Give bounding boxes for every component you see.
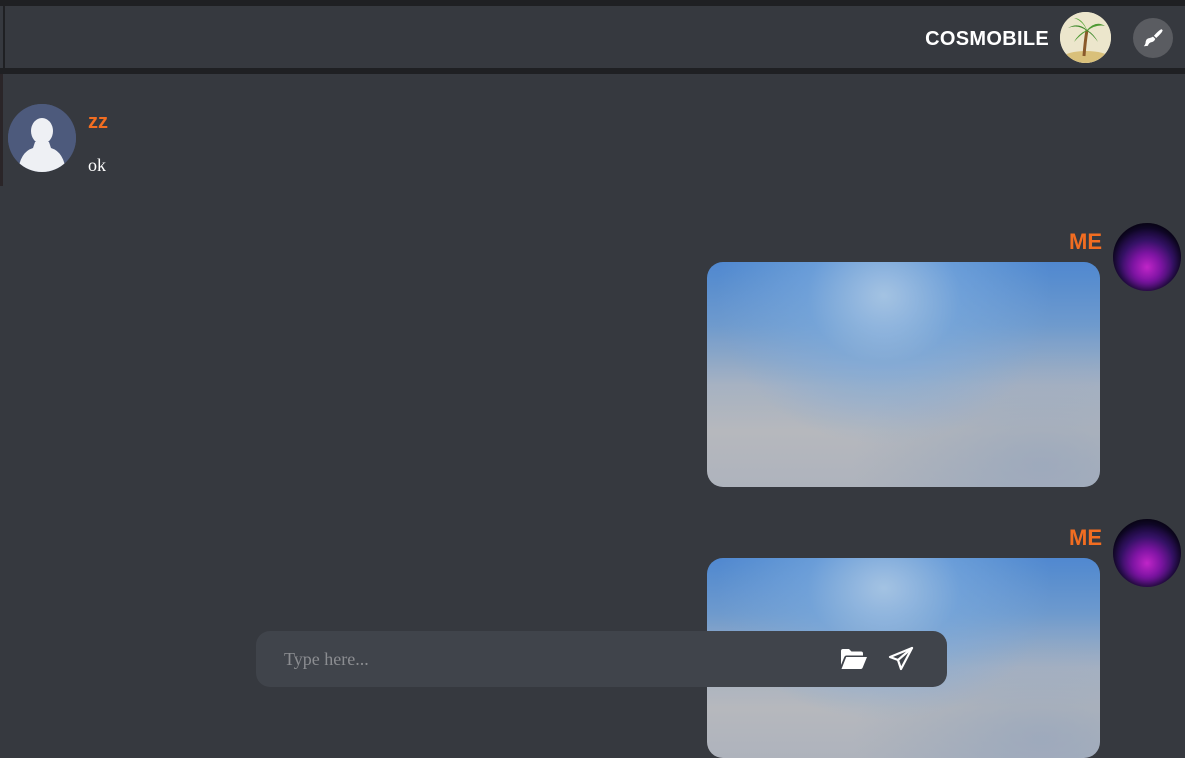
brand-name: COSMOBILE xyxy=(925,28,1049,50)
message-author[interactable]: ME xyxy=(1069,525,1102,551)
attach-file-button[interactable] xyxy=(839,645,869,673)
default-user-icon[interactable] xyxy=(8,104,76,172)
message-text: ok xyxy=(88,155,106,175)
message-input[interactable] xyxy=(282,643,822,675)
theme-brush-button[interactable] xyxy=(1133,18,1173,58)
galaxy-avatar[interactable] xyxy=(1113,223,1181,291)
message-author[interactable]: ME xyxy=(1069,229,1102,255)
galaxy-avatar[interactable] xyxy=(1113,519,1181,587)
paintbrush-icon xyxy=(1143,29,1163,47)
app-header: COSMOBILE xyxy=(3,6,1185,68)
message-author[interactable]: zz xyxy=(88,111,108,134)
palm-tree-island-icon[interactable] xyxy=(1060,12,1111,63)
folder-open-icon xyxy=(841,649,867,669)
message-composer xyxy=(256,631,947,687)
unread-indicator xyxy=(0,74,3,186)
paper-plane-icon xyxy=(888,646,914,671)
message-image[interactable] xyxy=(707,262,1100,487)
send-button[interactable] xyxy=(886,644,916,674)
